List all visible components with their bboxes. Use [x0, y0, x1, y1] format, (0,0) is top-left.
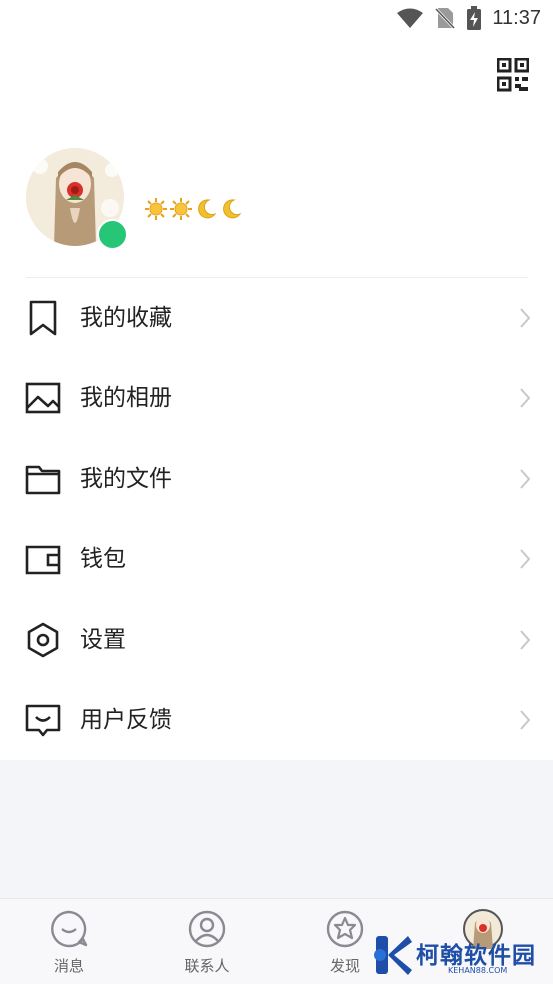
chevron-right-icon: [520, 710, 531, 730]
watermark-logo: 柯翰软件园 KEHAN88.COM: [372, 932, 540, 980]
chevron-right-icon: [520, 549, 531, 569]
profile-section[interactable]: [26, 148, 526, 250]
status-time: 11:37: [492, 6, 541, 29]
bookmark-icon: [29, 300, 57, 336]
wifi-icon: [397, 8, 424, 28]
chevron-right-icon: [520, 388, 531, 409]
chevron-right-icon: [520, 469, 531, 489]
k-logo-icon: [374, 936, 412, 975]
tab-messages[interactable]: 消息: [0, 899, 138, 984]
chevron-right-icon: [520, 308, 531, 328]
menu-item-feedback[interactable]: 用户反馈: [0, 680, 553, 760]
contacts-icon: [188, 910, 226, 948]
sun-icon: [170, 198, 192, 220]
image-icon: [25, 383, 61, 414]
tab-contacts[interactable]: 联系人: [138, 899, 276, 984]
chevron-right-icon: [520, 629, 531, 650]
status-bar: 11:37: [0, 0, 553, 36]
discover-icon: [326, 910, 364, 948]
settings-icon: [27, 622, 59, 657]
folder-icon: [25, 465, 61, 495]
message-icon: [51, 910, 88, 948]
empty-area: [0, 760, 553, 898]
no-sim-icon: [435, 7, 456, 30]
menu-item-label: 我的文件: [80, 465, 172, 492]
wallet-icon: [25, 545, 61, 575]
menu-item-settings[interactable]: 设置: [0, 600, 553, 680]
menu-item-label: 设置: [80, 626, 126, 653]
menu-item-label: 我的相册: [80, 385, 172, 412]
menu-item-label: 用户反馈: [80, 706, 172, 733]
menu-item-label: 钱包: [80, 546, 126, 573]
watermark-text: 柯翰软件园: [416, 943, 536, 969]
tab-label: 消息: [53, 957, 84, 975]
menu-item-label: 我的收藏: [80, 305, 172, 331]
menu-item-album[interactable]: 我的相册: [0, 358, 553, 438]
online-status-dot: [97, 219, 128, 250]
moon-icon: [198, 199, 217, 219]
menu-item-files[interactable]: 我的文件: [0, 439, 553, 519]
menu-item-wallet[interactable]: 钱包: [0, 519, 553, 599]
qr-code-icon[interactable]: [497, 58, 529, 92]
moon-icon: [223, 199, 242, 219]
battery-charging-icon: [467, 6, 482, 30]
feedback-icon: [25, 704, 61, 737]
menu-item-favorites[interactable]: 我的收藏: [0, 278, 553, 358]
watermark-subtext: KEHAN88.COM: [448, 966, 508, 975]
level-badges: [145, 198, 242, 220]
tab-label: 联系人: [184, 957, 230, 975]
sun-icon: [145, 198, 167, 220]
menu-list: 我的收藏 我的相册 我的文件 钱包 设置 用户反馈: [0, 278, 553, 760]
